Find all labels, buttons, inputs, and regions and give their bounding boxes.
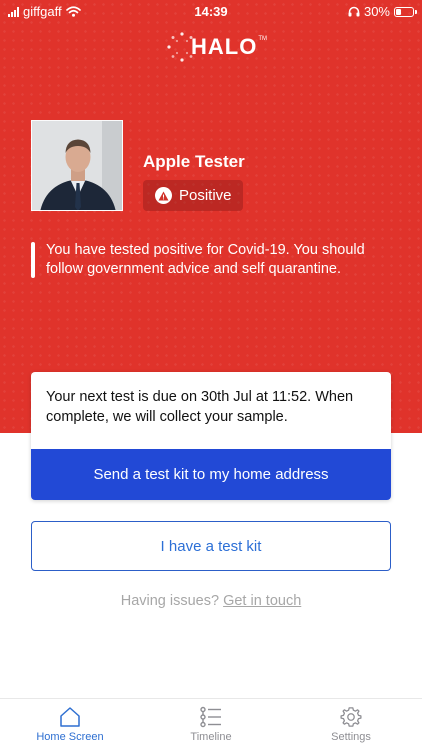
- tab-settings-label: Settings: [331, 731, 371, 743]
- hero-background: [0, 0, 422, 433]
- halo-logo: HALO TM: [165, 30, 267, 64]
- headphones-icon: [348, 6, 360, 17]
- next-test-message: Your next test is due on 30th Jul at 11:…: [46, 389, 354, 425]
- brand-name: HALO: [191, 34, 258, 59]
- notice-text: You have tested positive for Covid-19. Y…: [46, 242, 365, 277]
- battery-percent: 30%: [363, 4, 390, 19]
- have-test-kit-button[interactable]: I have a test kit: [31, 521, 391, 571]
- home-icon: [60, 707, 80, 727]
- status-bar: giffgaff 14:39 30%: [0, 0, 422, 22]
- gear-icon: [340, 707, 362, 727]
- covid-notice: You have tested positive for Covid-19. Y…: [31, 241, 401, 279]
- warning-icon: [155, 187, 172, 204]
- next-test-card: Your next test is due on 30th Jul at 11:…: [31, 372, 391, 500]
- battery-icon: [394, 6, 417, 17]
- tab-home-screen-label: Home Screen: [36, 731, 104, 743]
- user-name: Apple Tester: [143, 152, 245, 171]
- profile-photo: [32, 121, 122, 210]
- tab-timeline[interactable]: Timeline: [141, 699, 281, 751]
- help-prefix: Having issues?: [120, 593, 220, 609]
- tab-bar: Home Screen Timeline Settings: [0, 698, 422, 750]
- notice-accent-bar: [31, 242, 35, 278]
- help-line: Having issues? Get in touch: [0, 593, 422, 609]
- tab-settings[interactable]: Settings: [281, 699, 421, 751]
- status-bar-right: 30%: [348, 4, 417, 19]
- tab-home-screen[interactable]: Home Screen: [0, 699, 140, 751]
- status-label: Positive: [179, 187, 232, 204]
- get-in-touch-link[interactable]: Get in touch: [223, 593, 301, 609]
- status-badge: Positive: [143, 180, 243, 211]
- list-icon: [200, 706, 221, 728]
- tab-timeline-label: Timeline: [190, 731, 232, 743]
- avatar: [31, 120, 123, 211]
- send-test-kit-button[interactable]: Send a test kit to my home address: [31, 449, 391, 500]
- brand-trademark: TM: [258, 36, 267, 42]
